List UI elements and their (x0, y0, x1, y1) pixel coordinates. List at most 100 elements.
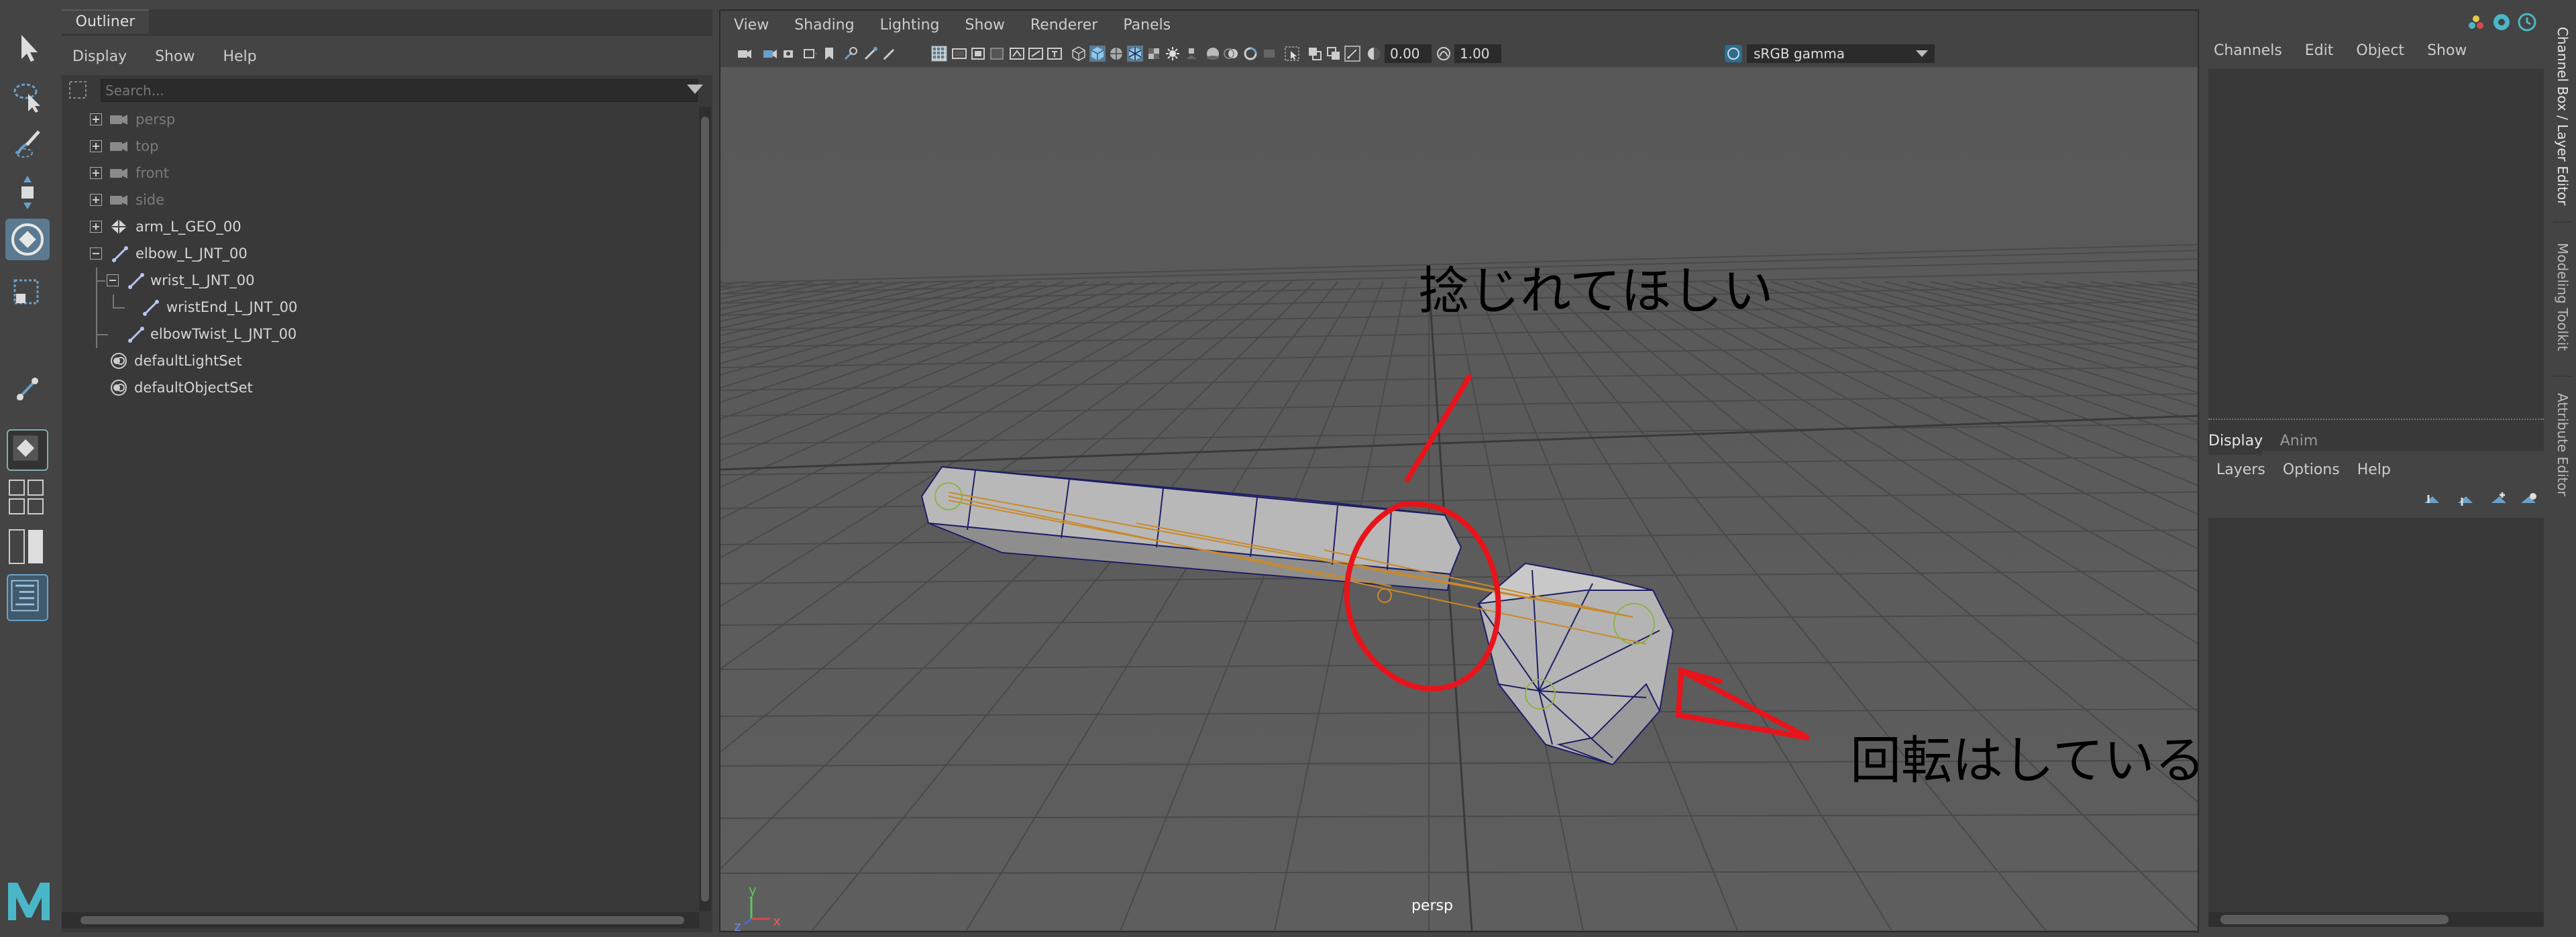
expand-icon[interactable] (90, 113, 102, 125)
outliner-item[interactable]: elbow_L_JNT_00 (62, 241, 692, 266)
outliner-item[interactable]: wristEnd_L_JNT_00 (62, 294, 692, 320)
expand-icon[interactable] (90, 194, 102, 206)
ambient-occlusion-icon[interactable] (1205, 46, 1221, 62)
shaded-wireframe-icon[interactable] (1108, 46, 1124, 62)
image-plane-icon[interactable] (802, 46, 818, 62)
outliner-layout-icon[interactable] (7, 574, 48, 621)
gamma-icon[interactable] (1436, 46, 1452, 62)
two-pane-layout-icon[interactable] (7, 527, 46, 566)
safe-title-icon[interactable] (1046, 46, 1063, 62)
viewport-menu-lighting[interactable]: Lighting (880, 11, 940, 40)
select-tool-icon[interactable] (5, 27, 50, 68)
paint-select-tool-icon[interactable] (5, 123, 50, 165)
viewport-menu-show[interactable]: Show (965, 11, 1005, 40)
outliner-item[interactable]: wrist_L_JNT_00 (62, 268, 692, 348)
outliner-item[interactable]: arm_L_GEO_00 (62, 214, 692, 239)
tab-anim[interactable]: Anim (2269, 428, 2329, 455)
gamma-field[interactable]: 1.00 (1454, 44, 1501, 63)
wireframe-on-shaded-icon[interactable] (1127, 46, 1143, 62)
2d-pan-zoom-icon[interactable] (843, 46, 859, 62)
outliner-menu-show[interactable]: Show (155, 36, 195, 78)
safe-action-icon[interactable] (1028, 46, 1044, 62)
field-chart-icon[interactable] (1009, 46, 1025, 62)
lasso-tool-icon[interactable] (5, 75, 50, 117)
last-tool-icon[interactable] (5, 368, 50, 409)
color-management-icon[interactable] (1724, 44, 1743, 63)
use-all-lights-icon[interactable] (1165, 46, 1181, 62)
channel-menu-object[interactable]: Object (2356, 34, 2404, 68)
shadows-icon[interactable] (1183, 46, 1199, 62)
side-tab-modeling-toolkit[interactable]: Modeling Toolkit (2555, 243, 2571, 351)
user-icon[interactable] (2517, 12, 2537, 32)
outliner-item[interactable]: top (62, 133, 692, 159)
isolate-select-icon[interactable] (1284, 46, 1300, 62)
gate-mask-icon[interactable] (989, 46, 1005, 62)
single-pane-layout-icon[interactable] (7, 429, 48, 471)
rotate-tool-icon[interactable] (5, 219, 50, 260)
bookmark-camera-icon[interactable] (782, 46, 798, 62)
collapse-icon[interactable] (90, 247, 102, 260)
move-tool-icon[interactable] (5, 172, 50, 213)
scale-tool-icon[interactable] (5, 271, 50, 313)
grease-pencil-icon[interactable] (863, 46, 879, 62)
expand-icon[interactable] (90, 167, 102, 179)
exposure-icon[interactable] (1366, 46, 1382, 62)
outliner-item[interactable]: persp (62, 107, 692, 132)
scene-canvas[interactable]: 捻じれてほしい 回転はしている y z x (0, 67, 2576, 934)
textured-icon[interactable] (1146, 46, 1162, 62)
film-gate-icon[interactable] (951, 46, 967, 62)
search-dropdown-icon[interactable] (687, 85, 703, 94)
dropdown-arrow-icon[interactable] (1916, 50, 1928, 57)
channel-menu-channels[interactable]: Channels (2214, 34, 2282, 68)
xray-joints-icon[interactable] (1344, 46, 1360, 62)
filter-select-icon[interactable] (67, 79, 89, 101)
outliner-horizontal-scroll-thumb[interactable] (80, 916, 684, 924)
outliner-item[interactable]: front (62, 160, 692, 186)
depth-of-field-icon[interactable] (1261, 46, 1277, 62)
viewport-menu-renderer[interactable]: Renderer (1030, 11, 1097, 40)
four-pane-layout-icon[interactable] (7, 478, 46, 516)
help-line-icon[interactable] (2491, 12, 2512, 32)
expand-icon[interactable] (90, 221, 102, 233)
outliner-menu-display[interactable]: Display (72, 36, 127, 78)
viewport-menu-view[interactable]: View (734, 11, 769, 40)
wireframe-icon[interactable] (1071, 46, 1087, 62)
layer-menu-layers[interactable]: Layers (2216, 455, 2265, 486)
xray-active-components-icon[interactable] (1326, 46, 1342, 62)
xray-icon[interactable] (1307, 46, 1323, 62)
outliner-tab[interactable]: Outliner (62, 9, 149, 34)
collapse-icon[interactable] (107, 274, 119, 286)
motion-blur-icon[interactable] (1224, 46, 1240, 62)
outliner-item[interactable]: elbowTwist_L_JNT_00 (62, 321, 692, 347)
view-transform-select[interactable]: sRGB gamma (1747, 44, 1935, 63)
layer-horizontal-scroll-thumb[interactable] (2220, 915, 2449, 924)
outliner-item[interactable]: defaultLightSet (62, 348, 692, 374)
grid-toggle-icon[interactable] (931, 46, 947, 62)
move-layer-down-icon[interactable] (2455, 491, 2475, 508)
anti-aliasing-icon[interactable] (1242, 46, 1258, 62)
side-tab-attribute-editor[interactable]: Attribute Editor (2555, 393, 2571, 496)
new-layer-icon[interactable] (2489, 491, 2509, 508)
viewport-menu-shading[interactable]: Shading (794, 11, 854, 40)
side-tab-channel-box[interactable]: Channel Box / Layer Editor (2555, 27, 2571, 205)
expand-icon[interactable] (90, 140, 102, 152)
move-layer-up-icon[interactable] (2422, 491, 2442, 508)
layer-menu-options[interactable]: Options (2283, 455, 2340, 486)
panel-splitter[interactable] (2208, 419, 2544, 423)
layer-menu-help[interactable]: Help (2357, 455, 2391, 486)
pencil-icon[interactable] (881, 46, 898, 62)
smooth-shade-icon[interactable] (1089, 46, 1106, 62)
exposure-field[interactable]: 0.00 (1385, 44, 1432, 63)
workspace-icon[interactable] (2466, 12, 2486, 32)
camera-select-icon[interactable] (737, 46, 753, 62)
tab-display[interactable]: Display (2208, 428, 2263, 455)
outliner-vertical-scroll-thumb[interactable] (701, 117, 709, 901)
camera-attributes-icon[interactable] (762, 46, 778, 62)
resolution-gate-icon[interactable] (970, 46, 986, 62)
viewport-menu-panels[interactable]: Panels (1123, 11, 1171, 40)
channel-menu-edit[interactable]: Edit (2305, 34, 2334, 68)
outliner-search-input[interactable]: Search... (101, 79, 698, 102)
new-layer-selected-icon[interactable] (2518, 491, 2538, 508)
channel-menu-show[interactable]: Show (2427, 34, 2467, 68)
outliner-menu-help[interactable]: Help (223, 36, 256, 78)
